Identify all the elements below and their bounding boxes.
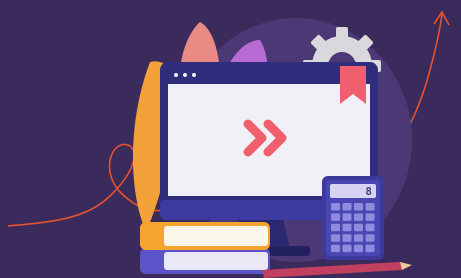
- book-top-pages: [164, 226, 268, 246]
- calculator-key: [365, 203, 375, 211]
- calculator-display: 8: [365, 185, 372, 198]
- calculator-key: [354, 213, 363, 221]
- calculator-key: [354, 203, 363, 211]
- calculator-key: [354, 234, 363, 242]
- calculator-key: [342, 223, 352, 232]
- calculator-key: [342, 244, 352, 253]
- calculator-key: [354, 244, 363, 253]
- calculator-icon: [322, 176, 384, 260]
- calculator-key: [331, 234, 340, 242]
- calculator-key: [342, 234, 352, 242]
- window-dots-icon: [174, 73, 196, 77]
- calculator-key: [331, 203, 340, 211]
- book-bottom-pages: [164, 252, 268, 270]
- calculator-key: [365, 213, 375, 221]
- calculator-key: [365, 223, 375, 232]
- calculator-key: [354, 223, 363, 232]
- calculator-key: [331, 244, 340, 253]
- calculator-key: [331, 213, 340, 221]
- calculator-key: [365, 244, 375, 253]
- calculator-key: [331, 223, 340, 232]
- calculator-key: [365, 234, 375, 242]
- education-illustration: 8: [0, 0, 461, 278]
- calculator-key: [342, 213, 352, 221]
- book-stack: [140, 222, 270, 274]
- calculator-key: [342, 203, 352, 211]
